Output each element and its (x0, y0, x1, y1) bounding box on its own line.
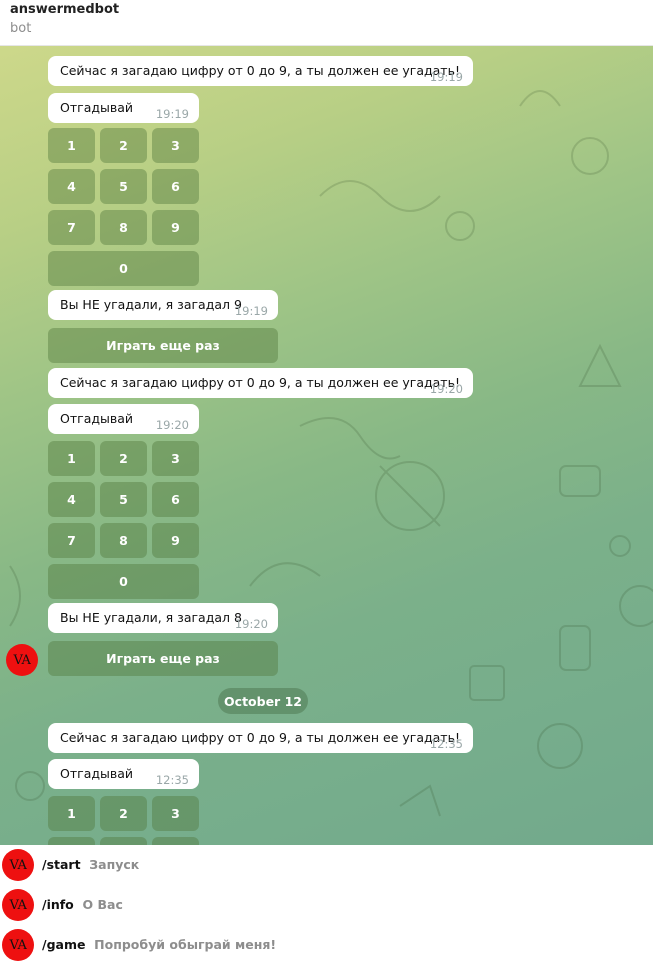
message-list[interactable]: Сейчас я загадаю цифру от 0 до 9, а ты д… (0, 46, 653, 845)
message-text: Вы НЕ угадали, я загадал 9 (60, 297, 242, 312)
message-text: Вы НЕ угадали, я загадал 8 (60, 610, 242, 625)
message-text: Отгадывай (60, 766, 134, 781)
keyboard-button-9[interactable]: 9 (152, 210, 199, 245)
keyboard-button-1[interactable]: 1 (48, 441, 95, 476)
command-description: О Вас (82, 897, 123, 912)
keyboard-button-8[interactable]: 8 (100, 523, 147, 558)
bot-avatar[interactable]: VA (6, 644, 38, 676)
keyboard-button-5[interactable]: 5 (100, 482, 147, 517)
keyboard-button-7[interactable]: 7 (48, 210, 95, 245)
message-text: Сейчас я загадаю цифру от 0 до 9, а ты д… (60, 375, 460, 390)
command-name: /start (42, 857, 81, 872)
keyboard-button-0[interactable]: 0 (48, 564, 199, 599)
keyboard-button-6[interactable]: 6 (152, 169, 199, 204)
command-list: VA /start Запуск VA /info О Вас VA /game… (0, 845, 653, 974)
date-separator: October 12 (218, 688, 308, 714)
message-time: 12:35 (429, 737, 463, 751)
keyboard-button-partial[interactable] (48, 837, 95, 845)
keyboard-button-3[interactable]: 3 (152, 128, 199, 163)
message-time: 19:19 (234, 304, 268, 318)
keyboard-button-partial[interactable] (100, 837, 147, 845)
message-text: Сейчас я загадаю цифру от 0 до 9, а ты д… (60, 730, 460, 745)
keyboard-button-3[interactable]: 3 (152, 796, 199, 831)
keyboard-button-2[interactable]: 2 (100, 796, 147, 831)
message-time: 19:19 (155, 107, 189, 121)
bot-message: Отгадывай 12:35 (48, 759, 199, 789)
bot-avatar: VA (2, 889, 34, 921)
command-name: /info (42, 897, 74, 912)
bot-message: Вы НЕ угадали, я загадал 9 19:19 (48, 290, 278, 320)
bot-avatar: VA (2, 849, 34, 881)
bot-message: Сейчас я загадаю цифру от 0 до 9, а ты д… (48, 56, 473, 86)
keyboard-button-9[interactable]: 9 (152, 523, 199, 558)
keyboard-button-2[interactable]: 2 (100, 441, 147, 476)
keyboard-button-4[interactable]: 4 (48, 482, 95, 517)
message-time: 12:35 (155, 773, 189, 787)
command-name: /game (42, 937, 86, 952)
play-again-button[interactable]: Играть еще раз (48, 641, 278, 676)
keyboard-button-1[interactable]: 1 (48, 128, 95, 163)
command-start[interactable]: VA /start Запуск (0, 845, 653, 885)
message-text: Отгадывай (60, 100, 134, 115)
command-description: Попробуй обыграй меня! (94, 937, 277, 952)
bot-message: Сейчас я загадаю цифру от 0 до 9, а ты д… (48, 368, 473, 398)
bot-message: Сейчас я загадаю цифру от 0 до 9, а ты д… (48, 723, 473, 753)
keyboard-button-6[interactable]: 6 (152, 482, 199, 517)
keyboard-button-2[interactable]: 2 (100, 128, 147, 163)
message-time: 19:19 (429, 70, 463, 84)
message-text: Отгадывай (60, 411, 134, 426)
message-time: 19:20 (429, 382, 463, 396)
keyboard-button-1[interactable]: 1 (48, 796, 95, 831)
chat-header: answermedbot bot (0, 0, 653, 46)
bot-name[interactable]: answermedbot (10, 1, 643, 19)
play-again-button[interactable]: Играть еще раз (48, 328, 278, 363)
keyboard-button-8[interactable]: 8 (100, 210, 147, 245)
bot-status: bot (10, 21, 32, 36)
bot-message: Отгадывай 19:19 (48, 93, 199, 123)
command-description: Запуск (89, 857, 140, 872)
message-text: Сейчас я загадаю цифру от 0 до 9, а ты д… (60, 63, 460, 78)
command-info[interactable]: VA /info О Вас (0, 885, 653, 925)
message-time: 19:20 (155, 418, 189, 432)
keyboard-button-0[interactable]: 0 (48, 251, 199, 286)
command-game[interactable]: VA /game Попробуй обыграй меня! (0, 925, 653, 965)
keyboard-button-4[interactable]: 4 (48, 169, 95, 204)
bot-message: Вы НЕ угадали, я загадал 8 19:20 (48, 603, 278, 633)
keyboard-button-3[interactable]: 3 (152, 441, 199, 476)
bot-message: Отгадывай 19:20 (48, 404, 199, 434)
bot-avatar: VA (2, 929, 34, 961)
message-time: 19:20 (234, 617, 268, 631)
keyboard-button-5[interactable]: 5 (100, 169, 147, 204)
keyboard-button-partial[interactable] (152, 837, 199, 845)
keyboard-button-7[interactable]: 7 (48, 523, 95, 558)
